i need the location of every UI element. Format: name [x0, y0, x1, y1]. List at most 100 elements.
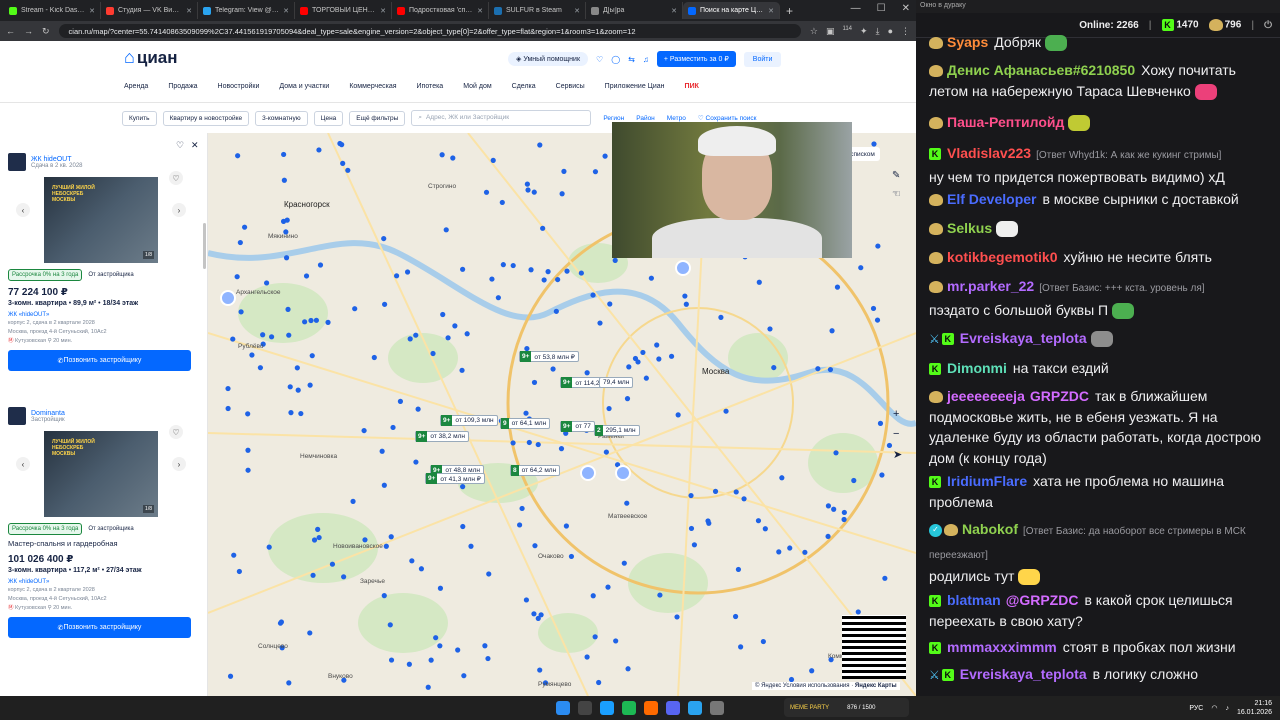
filter-button[interactable]: Цена [313, 110, 344, 126]
chat-username[interactable]: Dimonmi [947, 360, 1007, 376]
price-cluster-pin[interactable]: 9+ от 77 [560, 421, 595, 432]
call-developer-button[interactable]: ✆ Позвонить застройщику [8, 350, 191, 371]
tab-close-icon[interactable]: ✕ [768, 7, 774, 15]
mention[interactable]: @GRPZDC [1006, 592, 1079, 608]
tab-close-icon[interactable]: ✕ [671, 7, 677, 15]
tab-close-icon[interactable]: ✕ [283, 7, 289, 15]
maximize-icon[interactable]: ☐ [877, 3, 886, 14]
favorite-icon[interactable]: ♡ [169, 425, 183, 439]
save-search-button[interactable]: ♡ Сохранить поиск [698, 114, 757, 122]
cian-logo[interactable]: ⌂ циан [124, 47, 178, 68]
call-developer-button[interactable]: ✆ Позвонить застройщику [8, 617, 191, 638]
login-button[interactable]: Войти [743, 51, 782, 67]
close-panel-icon[interactable]: ✕ [191, 140, 199, 151]
complex-link[interactable]: ЖК «hideOUT» [8, 579, 198, 585]
telegram-icon[interactable] [688, 701, 702, 715]
close-icon[interactable]: ✕ [902, 3, 910, 14]
listing-card[interactable]: ЖК hideOUT Сдача в 2 кв. 2028 ЛУЧШИЙ ЖИЛОЙ… [8, 153, 198, 371]
minimize-icon[interactable]: — [851, 3, 861, 14]
download-icon[interactable]: ⤓ [876, 26, 880, 37]
profile-icon[interactable]: ● [888, 26, 893, 37]
obs-icon[interactable] [644, 701, 658, 715]
compare-icon[interactable]: ⇆ [628, 55, 635, 64]
forward-icon[interactable]: → [24, 26, 33, 36]
post-ad-button[interactable]: + Разместить за 0 ₽ [656, 51, 736, 67]
listing-card[interactable]: Dominanta Застройщик ЛУЧШИЙ ЖИЛОЙ НЕБОСКРЕ… [8, 407, 198, 638]
price-cluster-pin[interactable]: 9+ от 109,3 млн [440, 415, 498, 426]
tab-close-icon[interactable]: ✕ [89, 7, 95, 15]
browser-tab[interactable]: Студия — VK Видео Li...✕ [101, 2, 198, 19]
clock[interactable]: 21:16 16.01.2026 [1237, 699, 1272, 717]
chat-username[interactable]: Evreiskaya_teplota [960, 330, 1087, 346]
price-cluster-pin[interactable]: 2 295,1 млн [594, 425, 640, 436]
start-icon[interactable] [556, 701, 570, 715]
reload-icon[interactable]: ↻ [42, 26, 50, 37]
next-photo-icon[interactable]: › [172, 203, 186, 217]
filter-button[interactable]: Квартиру в новостройке [162, 110, 250, 126]
browser-tab[interactable]: Stream - Kick Dashboard✕ [4, 2, 101, 19]
price-cluster-pin[interactable]: 9+ от 41,3 млн ₽ [425, 473, 485, 484]
prev-photo-icon[interactable]: ‹ [16, 457, 30, 471]
nav-item[interactable]: Приложение Циан [605, 83, 665, 90]
browser-tab[interactable]: Telegram: View @arta...✕ [198, 2, 295, 19]
nav-item[interactable]: Дома и участки [279, 83, 329, 90]
chat-username[interactable]: Syaps [947, 34, 988, 50]
chat-username[interactable]: Nabokof [962, 521, 1018, 537]
hand-icon[interactable]: ☜ [892, 189, 906, 200]
developer-name[interactable]: ЖК hideOUT [31, 156, 83, 163]
filter-button[interactable]: Ещё фильтры [349, 110, 406, 126]
chat-username[interactable]: mr.parker_22 [947, 278, 1034, 294]
favorites-icon[interactable]: ♡ [596, 55, 603, 64]
chat-username[interactable]: Паша-Рептилойд [947, 114, 1064, 130]
nav-item[interactable]: Новостройки [218, 83, 260, 90]
browser-tab[interactable]: Д[ы]ра ✕ [586, 2, 683, 19]
url-field[interactable]: cian.ru/map/?center=55.74140863509099%2C… [58, 24, 801, 38]
nav-item[interactable]: Мой дом [463, 83, 491, 90]
browser-tab[interactable]: ТОРГОВЫЙ ЦЕНТР СМ...✕ [295, 2, 392, 19]
browser-tab[interactable]: Поиск на карте Циан... ✕ [683, 2, 780, 19]
tab-close-icon[interactable]: ✕ [477, 7, 483, 15]
filter-link[interactable]: Метро [667, 115, 686, 122]
search-icon[interactable] [578, 701, 592, 715]
next-photo-icon[interactable]: › [172, 457, 186, 471]
spotify-icon[interactable] [622, 701, 636, 715]
mention[interactable]: GRPZDC [1030, 388, 1089, 404]
nav-item[interactable]: Сервисы [556, 83, 585, 90]
tab-close-icon[interactable]: ✕ [574, 7, 580, 15]
price-cluster-pin[interactable]: 9+ от 38,2 млн [415, 431, 469, 442]
price-cluster-pin[interactable]: 8 от 64,2 млн [510, 465, 561, 476]
zoom-in-icon[interactable]: + [893, 408, 902, 420]
nav-item[interactable]: Ипотека [417, 83, 444, 90]
chat-username[interactable]: jeeeeeeeeja [947, 388, 1025, 404]
browser-tab[interactable]: SULFUR в Steam ✕ [489, 2, 586, 19]
chat-username[interactable]: Vladislav223 [947, 145, 1031, 161]
nav-item[interactable]: Аренда [124, 83, 148, 90]
nav-item[interactable]: Коммерческая [349, 83, 396, 90]
price-cluster-pin[interactable]: 79,4 млн [599, 377, 634, 388]
nav-item-pik[interactable]: ПИК [685, 83, 699, 90]
new-tab-icon[interactable]: + [786, 4, 793, 18]
power-icon[interactable]: ⏻ [1264, 20, 1272, 31]
chat-username[interactable]: Evreiskaya_teplota [960, 666, 1087, 682]
chat-username[interactable]: Денис Афанасьев#6210850 [947, 62, 1135, 78]
browser-tab[interactable]: Подростковая 'списк... ✕ [392, 2, 489, 19]
filter-link[interactable]: Регион [603, 115, 624, 122]
complex-link[interactable]: ЖК «hideOUT» [8, 312, 198, 318]
volume-icon[interactable]: ♪ [1225, 705, 1229, 712]
steam-icon[interactable] [600, 701, 614, 715]
lang-indicator[interactable]: РУС [1189, 705, 1203, 712]
notifications-icon[interactable]: ♫ [643, 55, 649, 64]
star-icon[interactable]: ☆ [810, 26, 818, 37]
listing-price[interactable]: 101 026 400 ₽ [8, 554, 198, 565]
chat-icon[interactable]: ◯ [611, 55, 620, 64]
puzzle-icon[interactable]: ✦ [860, 26, 868, 37]
chat-username[interactable]: Elf Developer [947, 191, 1036, 207]
tab-close-icon[interactable]: ✕ [186, 7, 192, 15]
tab-close-icon[interactable]: ✕ [380, 7, 386, 15]
filter-link[interactable]: Район [636, 115, 655, 122]
chat-username[interactable]: kotikbegemotik0 [947, 249, 1057, 265]
price-cluster-pin[interactable]: 9+ от 53,8 млн ₽ [519, 351, 579, 362]
chat-username[interactable]: IridiumFlare [947, 473, 1027, 489]
prev-photo-icon[interactable]: ‹ [16, 203, 30, 217]
developer-name[interactable]: Dominanta [31, 410, 65, 417]
